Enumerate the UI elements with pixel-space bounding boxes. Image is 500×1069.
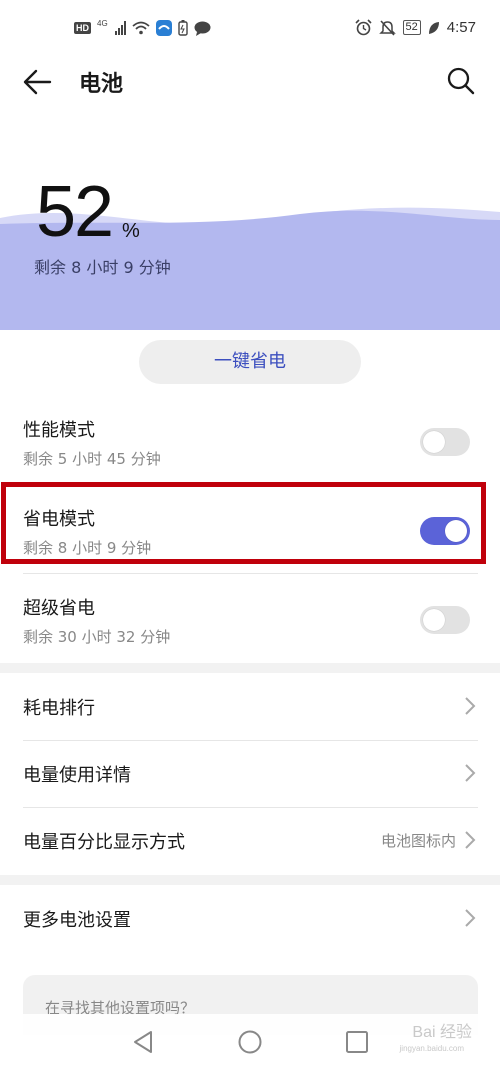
mute-icon <box>378 20 396 36</box>
section-gap <box>0 663 500 673</box>
mode-title: 超级省电 <box>23 598 95 619</box>
arrow-left-icon[interactable] <box>22 66 54 98</box>
nav-item-label: 耗电排行 <box>23 698 95 719</box>
wifi-icon <box>132 21 150 35</box>
nav-recents-icon[interactable] <box>343 1028 371 1056</box>
mode-row-power-saving[interactable]: 省电模式 剩余 8 小时 9 分钟 <box>0 493 500 575</box>
alarm-icon <box>354 19 372 36</box>
divider <box>23 573 478 574</box>
mode-subtitle: 剩余 30 小时 32 分钟 <box>23 628 171 646</box>
toggle-knob <box>423 431 445 453</box>
nav-back-icon[interactable] <box>129 1028 157 1056</box>
mode-title: 性能模式 <box>23 420 95 441</box>
nav-item-label: 更多电池设置 <box>23 910 131 931</box>
mode-row-ultra-saving[interactable]: 超级省电 剩余 30 小时 32 分钟 <box>0 582 500 664</box>
chat-bubble-icon <box>194 21 211 36</box>
network-type: 4G <box>97 18 108 28</box>
chevron-right-icon <box>465 909 476 927</box>
one-key-save-button[interactable]: 一键省电 <box>139 340 361 384</box>
nav-item-label: 电量使用详情 <box>23 765 131 786</box>
battery-icon: 52 <box>402 20 421 35</box>
nav-item-usage-details[interactable]: 电量使用详情 <box>0 741 500 807</box>
battery-percent-unit: % <box>122 220 140 242</box>
app-header: 电池 <box>0 58 500 108</box>
mode-subtitle: 剩余 8 小时 9 分钟 <box>23 539 152 557</box>
status-bar: HD 4G 52 4:57 <box>0 0 500 58</box>
leaf-icon <box>428 21 439 34</box>
system-nav-bar: Bai 经验 jingyan.baidu.com <box>0 1014 500 1069</box>
toggle-knob <box>445 520 467 542</box>
battery-hero: 52 % 剩余 8 小时 9 分钟 <box>0 150 500 330</box>
chevron-right-icon <box>465 831 476 849</box>
mode-title: 省电模式 <box>23 509 95 530</box>
status-right-icons: 52 4:57 <box>354 19 476 36</box>
section-gap <box>0 875 500 885</box>
battery-percent: 52 <box>36 172 114 252</box>
nav-item-more-settings[interactable]: 更多电池设置 <box>0 886 500 952</box>
nav-item-power-ranking[interactable]: 耗电排行 <box>0 674 500 740</box>
mode-row-performance[interactable]: 性能模式 剩余 5 小时 45 分钟 <box>0 404 500 486</box>
power-saving-mode-toggle[interactable] <box>420 517 470 545</box>
page-title: 电池 <box>79 72 124 97</box>
app-notification-icon <box>155 20 172 36</box>
status-left-icons: HD 4G <box>74 18 211 36</box>
chevron-right-icon <box>465 764 476 782</box>
nav-item-label: 电量百分比显示方式 <box>23 832 185 853</box>
search-icon[interactable] <box>446 66 476 96</box>
nav-item-value: 电池图标内 <box>380 832 456 850</box>
mode-subtitle: 剩余 5 小时 45 分钟 <box>23 450 161 468</box>
watermark-url: jingyan.baidu.com <box>399 1044 464 1053</box>
battery-remaining-time: 剩余 8 小时 9 分钟 <box>34 258 171 277</box>
signal-icon <box>114 21 126 35</box>
watermark: Bai 经验 <box>412 1024 472 1041</box>
ultra-saving-mode-toggle[interactable] <box>420 606 470 634</box>
nav-home-icon[interactable] <box>236 1028 264 1056</box>
clock: 4:57 <box>446 19 476 36</box>
hd-icon: HD <box>74 22 91 34</box>
toggle-knob <box>423 609 445 631</box>
nav-item-percentage-display[interactable]: 电量百分比显示方式 电池图标内 <box>0 808 500 874</box>
performance-mode-toggle[interactable] <box>420 428 470 456</box>
chevron-right-icon <box>465 697 476 715</box>
battery-saver-icon <box>177 20 188 36</box>
